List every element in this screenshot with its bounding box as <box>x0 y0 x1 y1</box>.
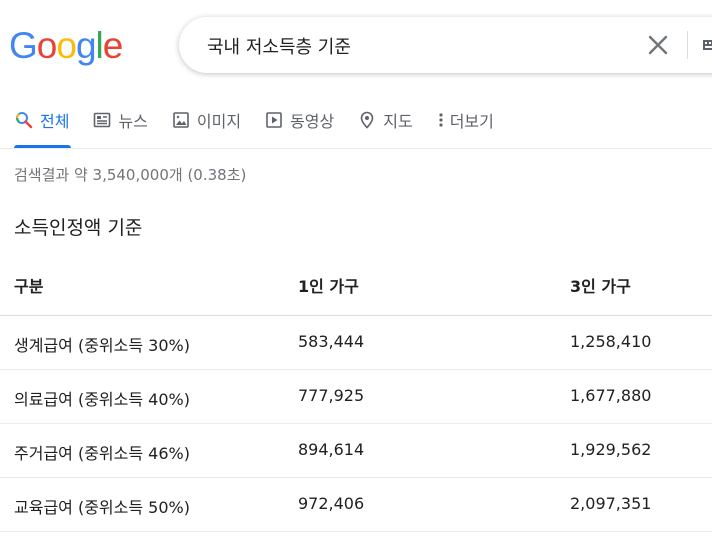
logo-letter: G <box>9 25 38 66</box>
tabs-divider <box>0 148 712 149</box>
logo-letter: o <box>56 25 77 66</box>
clear-search-button[interactable] <box>644 31 672 59</box>
table-cell: 의료급여 (중위소득 40%) <box>14 390 190 409</box>
video-icon <box>266 112 282 128</box>
table-cell: 1,929,562 <box>570 440 652 459</box>
table-cell: 생계급여 (중위소득 30%) <box>14 336 190 355</box>
logo-letter: e <box>102 25 124 66</box>
more-vert-icon <box>439 113 443 127</box>
table-cell: 1,258,410 <box>570 332 652 351</box>
table-cell: 972,406 <box>298 494 365 513</box>
tab-label: 지도 <box>383 112 413 131</box>
google-search-results-page: Google 국내 저소득층 기준 전체 뉴스 이미지 동영상 지도 더보기 검… <box>0 0 712 545</box>
table-row: 의료급여 (중위소득 40%) 777,925 1,677,880 <box>0 370 712 424</box>
tab-label: 이미지 <box>196 112 242 131</box>
tab-label: 더보기 <box>449 112 494 131</box>
table-header-cell: 1인 가구 <box>298 277 359 296</box>
tab-news[interactable]: 뉴스 <box>92 104 148 136</box>
keyboard-icon[interactable] <box>702 37 712 53</box>
table-header-row: 구분 1인 가구 3인 가구 <box>0 255 712 316</box>
tab-label: 전체 <box>40 112 70 131</box>
tab-label: 뉴스 <box>118 112 148 131</box>
google-logo[interactable]: Google <box>9 25 124 67</box>
table-cell: 894,614 <box>298 440 365 459</box>
logo-letter: o <box>36 25 58 66</box>
map-pin-icon <box>360 111 374 129</box>
table-cell: 583,444 <box>298 332 365 351</box>
snippet-title: 소득인정액 기준 <box>14 217 143 239</box>
news-icon <box>94 112 111 128</box>
table-row: 주거급여 (중위소득 46%) 894,614 1,929,562 <box>0 424 712 478</box>
table-row: 교육급여 (중위소득 50%) 972,406 2,097,351 <box>0 478 712 532</box>
tab-label: 동영상 <box>290 112 335 131</box>
search-input[interactable]: 국내 저소득층 기준 <box>207 33 351 59</box>
tab-videos[interactable]: 동영상 <box>264 104 334 136</box>
logo-letter: l <box>95 25 104 66</box>
table-row: 생계급여 (중위소득 30%) 583,444 1,258,410 <box>0 316 712 370</box>
table-cell: 교육급여 (중위소득 50%) <box>14 498 190 517</box>
tab-all[interactable]: 전체 <box>14 104 72 148</box>
table-header-cell: 구분 <box>14 277 44 296</box>
table-header-cell: 3인 가구 <box>570 277 631 296</box>
table-cell: 2,097,351 <box>570 494 652 513</box>
table-cell: 주거급여 (중위소득 46%) <box>14 444 190 463</box>
search-box[interactable]: 국내 저소득층 기준 <box>179 17 712 73</box>
tab-images[interactable]: 이미지 <box>171 104 241 136</box>
result-stats: 검색결과 약 3,540,000개 (0.38초) <box>14 166 247 184</box>
image-icon <box>173 112 189 128</box>
table-cell: 777,925 <box>298 386 365 405</box>
tab-maps[interactable]: 지도 <box>357 104 413 136</box>
table-cell: 1,677,880 <box>570 386 652 405</box>
close-icon <box>648 35 668 55</box>
search-icon <box>16 112 33 129</box>
snippet-table: 구분 1인 가구 3인 가구 생계급여 (중위소득 30%) 583,444 1… <box>0 255 712 532</box>
search-tabs: 전체 뉴스 이미지 동영상 지도 더보기 <box>14 104 517 148</box>
tab-more[interactable]: 더보기 <box>436 104 494 136</box>
logo-letter: g <box>75 25 97 66</box>
search-divider <box>687 31 688 59</box>
